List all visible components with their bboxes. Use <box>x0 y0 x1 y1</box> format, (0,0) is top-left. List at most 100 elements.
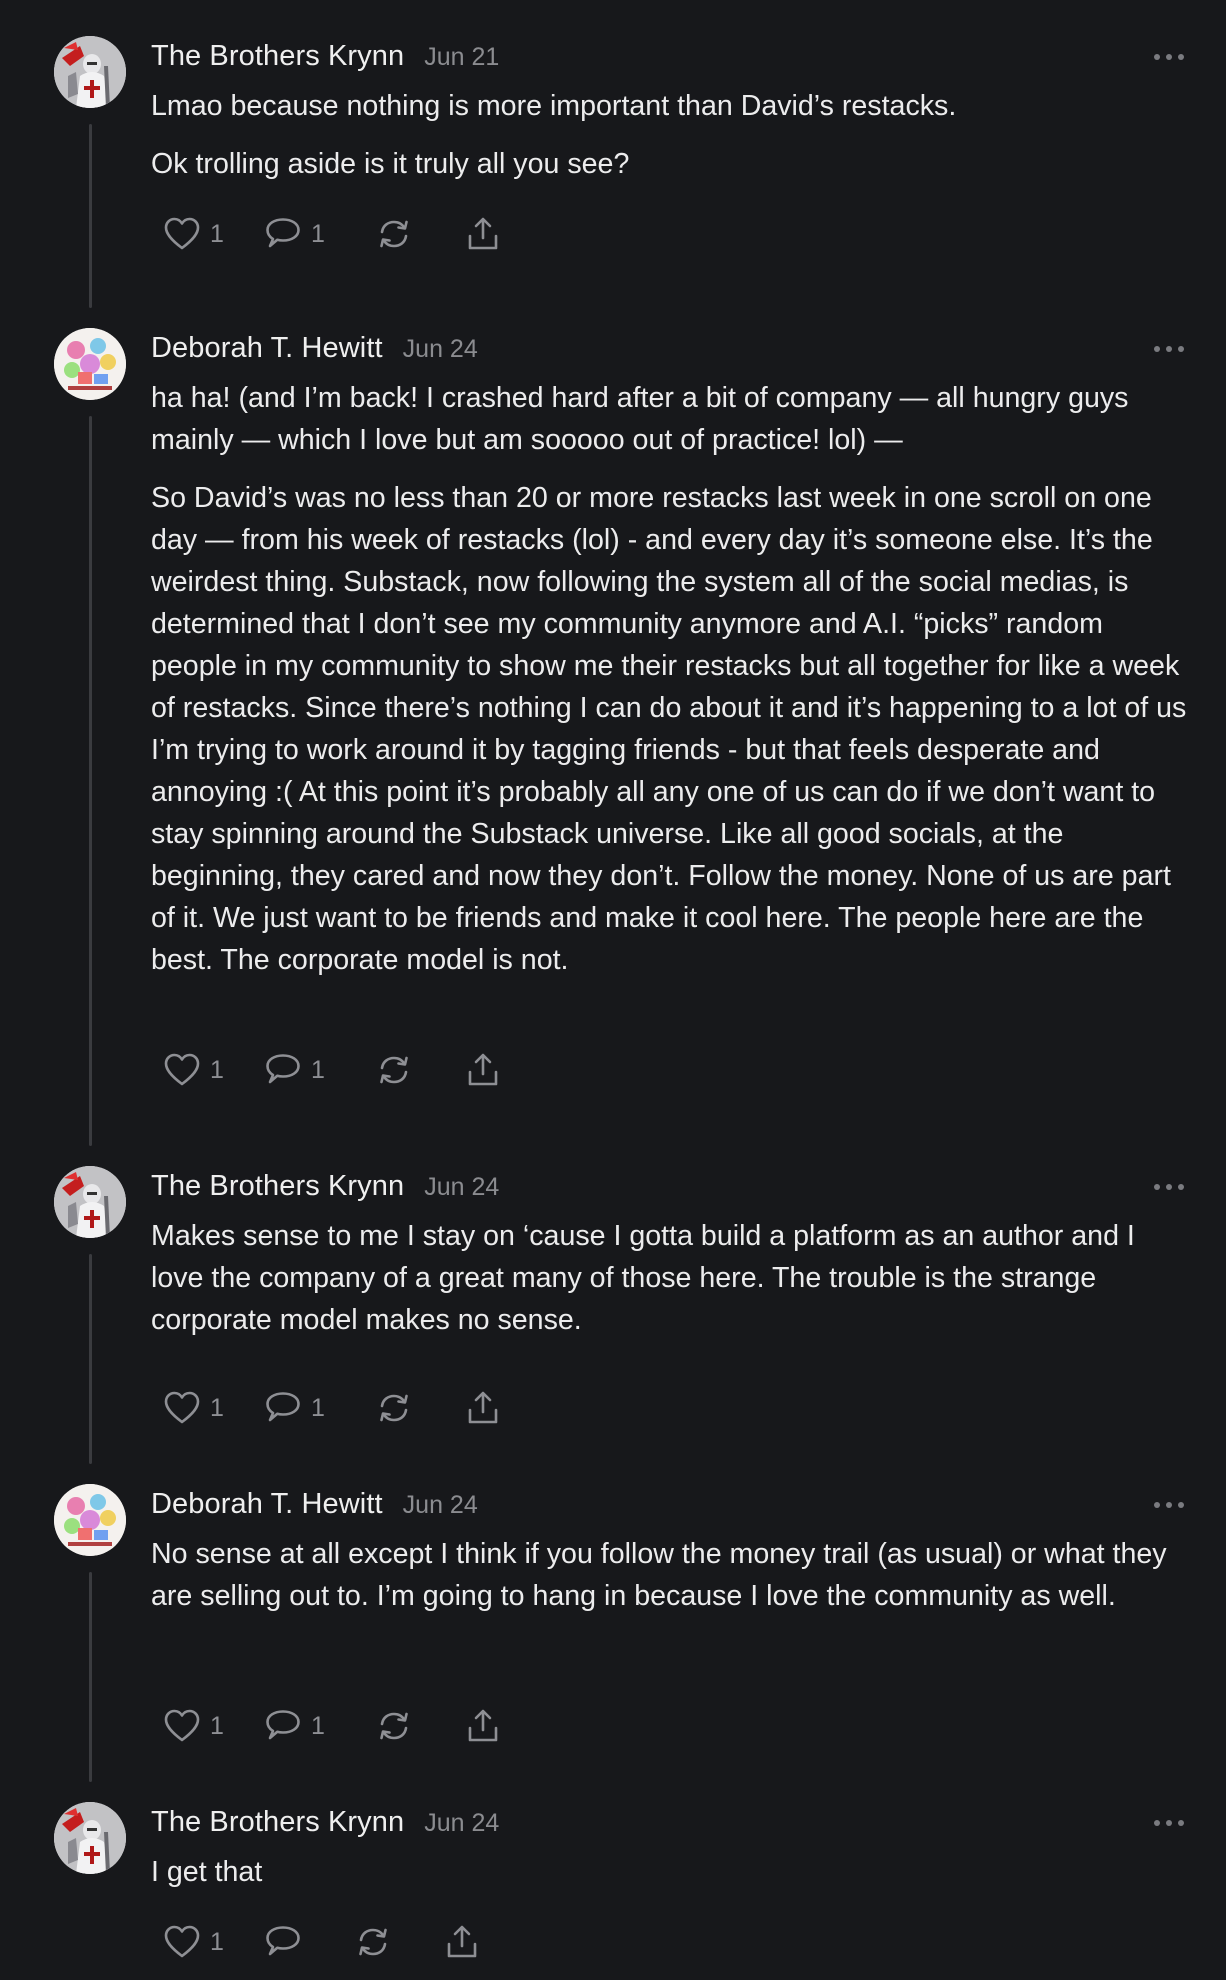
author-name[interactable]: Deborah T. Hewitt <box>151 1488 383 1521</box>
comment: The Brothers Krynn Jun 24 I get that 1 <box>0 1766 1226 1980</box>
share-icon <box>468 1053 498 1086</box>
comment-header: The Brothers Krynn Jun 24 <box>151 1170 499 1206</box>
comment-header: Deborah T. Hewitt Jun 24 <box>151 1488 478 1524</box>
share-button[interactable] <box>465 1052 501 1088</box>
collage-avatar-image <box>54 328 126 400</box>
comment-date[interactable]: Jun 24 <box>403 1491 478 1520</box>
comment-paragraph: No sense at all except I think if you fo… <box>151 1538 1167 1612</box>
heart-icon <box>164 217 200 250</box>
restack-icon <box>380 1394 408 1422</box>
restack-icon <box>380 220 408 248</box>
restack-button[interactable] <box>376 1390 465 1426</box>
like-button[interactable]: 1 <box>164 1709 265 1743</box>
comment-paragraph: Makes sense to me I stay on ‘cause I got… <box>151 1220 1135 1336</box>
like-count: 1 <box>210 1055 224 1084</box>
author-name[interactable]: The Brothers Krynn <box>151 1170 404 1203</box>
comment-actions: 1 1 <box>164 1388 501 1428</box>
more-dots-icon[interactable] <box>1154 342 1184 356</box>
share-button[interactable] <box>465 1708 501 1744</box>
comment-paragraph: Ok trolling aside is it truly all you se… <box>151 148 630 180</box>
like-button[interactable]: 1 <box>164 1053 265 1087</box>
avatar[interactable] <box>54 1166 126 1238</box>
like-count: 1 <box>210 1927 224 1956</box>
comment-body: I get that <box>151 1851 1191 1909</box>
restack-icon <box>380 1712 408 1740</box>
reply-button[interactable]: 1 <box>265 1709 376 1743</box>
share-button[interactable] <box>465 1390 501 1426</box>
knight-avatar-image <box>54 36 126 108</box>
like-button[interactable]: 1 <box>164 1925 265 1959</box>
comment: The Brothers Krynn Jun 24 Makes sense to… <box>0 1130 1226 1464</box>
heart-icon <box>164 1053 200 1086</box>
comment-date[interactable]: Jun 24 <box>424 1173 499 1202</box>
reply-button[interactable]: 1 <box>265 1391 376 1425</box>
share-icon <box>468 1391 498 1424</box>
comment-body: Makes sense to me I stay on ‘cause I got… <box>151 1215 1191 1357</box>
avatar[interactable] <box>54 1484 126 1556</box>
collage-avatar-image <box>54 1484 126 1556</box>
comment-actions: 1 <box>164 1922 480 1962</box>
reply-button[interactable]: 1 <box>265 1053 376 1087</box>
comment-date[interactable]: Jun 21 <box>424 43 499 72</box>
author-name[interactable]: The Brothers Krynn <box>151 1806 404 1839</box>
restack-button[interactable] <box>376 1052 465 1088</box>
avatar[interactable] <box>54 36 126 108</box>
restack-button[interactable] <box>376 216 465 252</box>
comment-paragraph: So David’s was no less than 20 or more r… <box>151 482 1187 976</box>
comment-paragraph: I get that <box>151 1856 263 1888</box>
author-name[interactable]: Deborah T. Hewitt <box>151 332 383 365</box>
comment: Deborah T. Hewitt Jun 24 No sense at all… <box>0 1448 1226 1782</box>
comment-header: The Brothers Krynn Jun 24 <box>151 1806 499 1842</box>
share-icon <box>468 1709 498 1742</box>
restack-button[interactable] <box>376 1708 465 1744</box>
more-dots-icon[interactable] <box>1154 50 1184 64</box>
reply-count: 1 <box>311 1393 325 1422</box>
comment-body: ha ha! (and I’m back! I crashed hard aft… <box>151 377 1191 997</box>
thread-line <box>89 416 92 1146</box>
share-icon <box>447 1925 477 1958</box>
thread-line <box>89 124 92 308</box>
like-button[interactable]: 1 <box>164 217 265 251</box>
reply-count: 1 <box>311 219 325 248</box>
speech-bubble-icon <box>266 1392 300 1422</box>
comment-paragraph: Lmao because nothing is more important t… <box>151 90 957 122</box>
speech-bubble-icon <box>266 218 300 248</box>
comment-header: The Brothers Krynn Jun 21 <box>151 40 499 76</box>
knight-avatar-image <box>54 1166 126 1238</box>
comment-body: No sense at all except I think if you fo… <box>151 1533 1191 1633</box>
speech-bubble-icon <box>266 1054 300 1084</box>
heart-icon <box>164 1709 200 1742</box>
reply-button[interactable]: 1 <box>265 217 376 251</box>
author-name[interactable]: The Brothers Krynn <box>151 40 404 73</box>
comment: The Brothers Krynn Jun 21 Lmao because n… <box>0 0 1226 308</box>
more-dots-icon[interactable] <box>1154 1816 1184 1830</box>
comment-body: Lmao because nothing is more important t… <box>151 85 1191 201</box>
heart-icon <box>164 1925 200 1958</box>
reply-button[interactable] <box>265 1925 355 1959</box>
restack-button[interactable] <box>355 1924 444 1960</box>
comment: Deborah T. Hewitt Jun 24 ha ha! (and I’m… <box>0 292 1226 1146</box>
like-count: 1 <box>210 1393 224 1422</box>
comment-date[interactable]: Jun 24 <box>424 1809 499 1838</box>
comment-actions: 1 1 <box>164 214 501 254</box>
comment-paragraph: ha ha! (and I’m back! I crashed hard aft… <box>151 382 1129 456</box>
heart-icon <box>164 1391 200 1424</box>
comment-date[interactable]: Jun 24 <box>403 335 478 364</box>
thread-line <box>89 1572 92 1782</box>
restack-icon <box>359 1928 387 1956</box>
restack-icon <box>380 1056 408 1084</box>
more-dots-icon[interactable] <box>1154 1498 1184 1512</box>
like-count: 1 <box>210 219 224 248</box>
comment-header: Deborah T. Hewitt Jun 24 <box>151 332 478 368</box>
avatar[interactable] <box>54 328 126 400</box>
avatar[interactable] <box>54 1802 126 1874</box>
reply-count: 1 <box>311 1711 325 1740</box>
like-button[interactable]: 1 <box>164 1391 265 1425</box>
speech-bubble-icon <box>266 1926 300 1956</box>
share-button[interactable] <box>465 216 501 252</box>
like-count: 1 <box>210 1711 224 1740</box>
reply-count: 1 <box>311 1055 325 1084</box>
more-dots-icon[interactable] <box>1154 1180 1184 1194</box>
share-button[interactable] <box>444 1924 480 1960</box>
share-icon <box>468 217 498 250</box>
